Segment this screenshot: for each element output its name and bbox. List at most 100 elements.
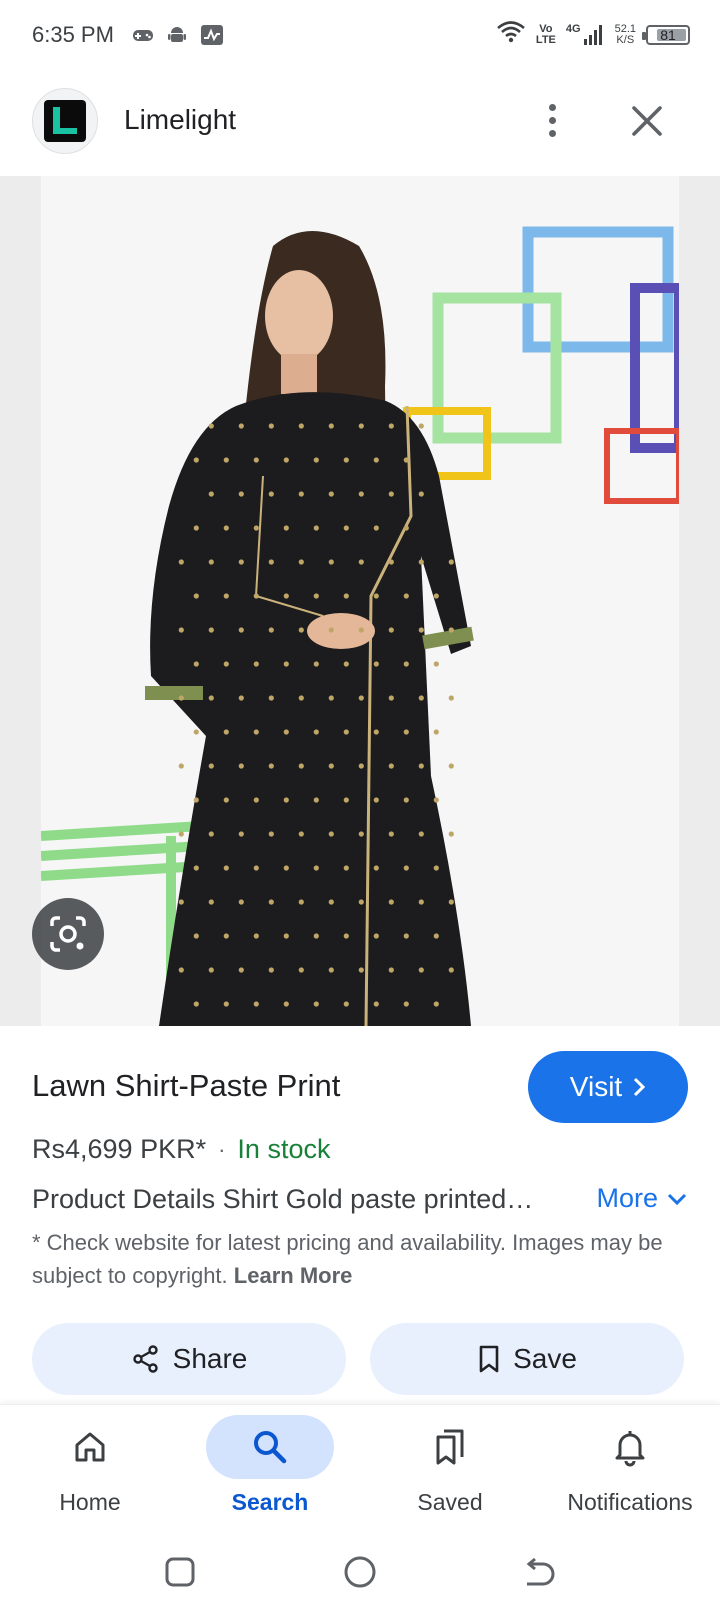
print-motif xyxy=(178,899,184,905)
print-motif xyxy=(328,559,334,565)
print-motif xyxy=(268,695,274,701)
print-motif xyxy=(343,593,349,599)
nav-saved-icon-wrap xyxy=(386,1415,514,1479)
more-button[interactable]: More xyxy=(596,1183,688,1214)
print-motif xyxy=(268,423,274,429)
print-motif xyxy=(313,865,319,871)
print-motif xyxy=(193,729,199,735)
print-motif xyxy=(358,627,364,633)
print-motif xyxy=(343,933,349,939)
print-motif xyxy=(223,865,229,871)
print-motif xyxy=(388,831,394,837)
print-motif xyxy=(238,899,244,905)
print-motif xyxy=(283,661,289,667)
print-motif xyxy=(388,491,394,497)
volte-top: Vo xyxy=(539,22,553,35)
more-options-icon[interactable] xyxy=(536,100,568,140)
nav-saved[interactable]: Saved xyxy=(360,1415,540,1525)
print-motif xyxy=(418,967,424,973)
print-motif xyxy=(283,933,289,939)
print-motif xyxy=(193,865,199,871)
print-motif xyxy=(208,423,214,429)
print-motif xyxy=(238,763,244,769)
product-photo[interactable] xyxy=(41,176,679,1026)
print-motif xyxy=(253,457,259,463)
back-icon[interactable] xyxy=(520,1552,560,1592)
print-motif xyxy=(208,559,214,565)
print-motif xyxy=(418,831,424,837)
print-motif xyxy=(253,729,259,735)
print-motif xyxy=(238,491,244,497)
search-icon xyxy=(254,1431,287,1464)
print-motif xyxy=(448,899,454,905)
print-motif xyxy=(328,627,334,633)
close-icon[interactable] xyxy=(626,100,668,142)
print-motif xyxy=(433,933,439,939)
print-motif xyxy=(223,729,229,735)
site-logo[interactable] xyxy=(32,88,98,154)
print-motif xyxy=(418,627,424,633)
print-motif xyxy=(298,423,304,429)
print-motif xyxy=(388,967,394,973)
limelight-logo-icon xyxy=(44,100,86,142)
print-motif xyxy=(418,899,424,905)
recents-icon[interactable] xyxy=(160,1552,200,1592)
site-name[interactable]: Limelight xyxy=(124,104,236,136)
share-button[interactable]: Share xyxy=(32,1323,346,1395)
print-motif xyxy=(268,491,274,497)
speed-value: 52.1 xyxy=(614,22,636,35)
print-motif xyxy=(343,661,349,667)
print-motif xyxy=(328,695,334,701)
battery-icon: 81 xyxy=(642,24,690,45)
nav-search-icon-wrap xyxy=(206,1415,334,1479)
print-motif xyxy=(328,967,334,973)
print-motif xyxy=(343,457,349,463)
separator-dot: · xyxy=(218,1136,226,1162)
chevron-down-icon xyxy=(667,1193,687,1205)
print-motif xyxy=(223,661,229,667)
print-motif xyxy=(373,865,379,871)
print-motif xyxy=(418,423,424,429)
print-motif xyxy=(298,831,304,837)
chevron-right-icon xyxy=(634,1077,646,1097)
nav-notifications-icon-wrap xyxy=(566,1415,694,1479)
nav-home-icon-wrap xyxy=(26,1415,154,1479)
print-motif xyxy=(223,797,229,803)
print-motif xyxy=(268,763,274,769)
print-motif xyxy=(373,933,379,939)
speed-unit: K/S xyxy=(616,33,635,46)
print-motif xyxy=(283,1001,289,1007)
print-motif xyxy=(403,729,409,735)
save-button[interactable]: Save xyxy=(370,1323,684,1395)
print-motif xyxy=(283,797,289,803)
print-motif xyxy=(358,695,364,701)
print-motif xyxy=(373,797,379,803)
nav-search[interactable]: Search xyxy=(180,1415,360,1525)
print-motif xyxy=(283,865,289,871)
print-motif xyxy=(253,865,259,871)
home-circle-icon[interactable] xyxy=(340,1552,380,1592)
print-motif xyxy=(418,695,424,701)
battery-level: 81 xyxy=(660,26,676,43)
wifi-icon xyxy=(496,20,526,49)
print-motif xyxy=(238,831,244,837)
print-motif xyxy=(388,695,394,701)
print-motif xyxy=(283,457,289,463)
learn-more-link[interactable]: Learn More xyxy=(234,1263,353,1288)
nav-home-label: Home xyxy=(59,1489,121,1515)
print-motif xyxy=(223,457,229,463)
google-lens-icon[interactable] xyxy=(32,898,104,970)
print-motif xyxy=(343,865,349,871)
print-motif xyxy=(193,1001,199,1007)
print-motif xyxy=(208,831,214,837)
price-row: Rs4,699 PKR* · In stock xyxy=(32,1134,330,1165)
nav-home[interactable]: Home xyxy=(0,1415,180,1525)
nav-notifications[interactable]: Notifications xyxy=(540,1415,720,1525)
print-motif xyxy=(343,525,349,531)
print-motif xyxy=(253,525,259,531)
print-motif xyxy=(373,525,379,531)
visit-button[interactable]: Visit xyxy=(528,1051,688,1123)
print-motif xyxy=(388,899,394,905)
price: Rs4,699 PKR* xyxy=(32,1134,207,1164)
print-motif xyxy=(343,797,349,803)
